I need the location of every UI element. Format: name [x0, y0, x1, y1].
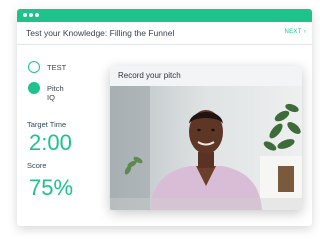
target-time-value: 2:00 [29, 130, 72, 155]
next-button[interactable]: NEXT › [284, 29, 306, 35]
window-dot-icon [23, 13, 27, 17]
target-time-label: Target Time [27, 120, 67, 129]
radio-selected-icon[interactable] [28, 82, 40, 94]
record-pitch-panel: Record your pitch [110, 66, 302, 210]
chevron-right-icon: › [303, 29, 306, 35]
radio-empty-icon[interactable] [28, 61, 40, 73]
window-dot-icon [35, 13, 39, 17]
window-titlebar [17, 9, 312, 22]
page-title: Test your Knowledge: Filling the Funnel [26, 28, 175, 38]
record-pitch-title: Record your pitch [110, 66, 302, 86]
window-dot-icon [29, 13, 33, 17]
option-label: Pitch IQ [47, 84, 64, 102]
next-button-label: NEXT [284, 29, 302, 35]
window-header: Test your Knowledge: Filling the Funnel … [17, 22, 312, 45]
option-label: TEST [47, 63, 67, 72]
score-label: Score [27, 161, 47, 170]
score-value: 75% [29, 175, 74, 200]
video-preview[interactable] [110, 86, 302, 210]
